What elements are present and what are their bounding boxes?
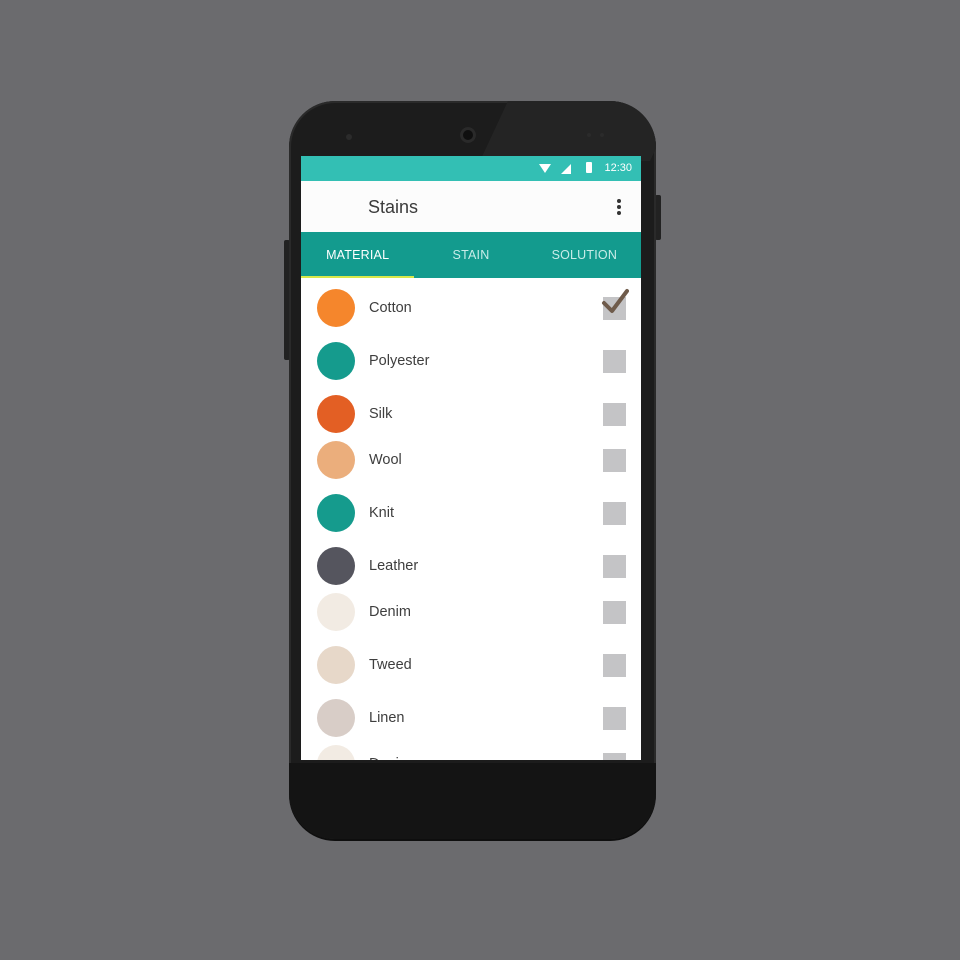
material-color-swatch (317, 289, 355, 327)
material-checkbox[interactable] (603, 350, 626, 373)
material-label: Tweed (369, 657, 412, 673)
status-time: 12:30 (604, 162, 632, 174)
list-item[interactable]: Tweed (301, 646, 641, 686)
material-label: Polyester (369, 353, 430, 369)
list-item[interactable]: Polyester (301, 342, 641, 382)
list-item[interactable]: Cotton (301, 289, 641, 329)
app-screen: 12:30 Stains MATERIAL STAIN SOLUTION Cot… (301, 156, 641, 760)
material-label: Denim (369, 756, 411, 760)
material-color-swatch (317, 494, 355, 532)
tab-stain[interactable]: STAIN (414, 232, 527, 278)
list-item[interactable]: Silk (301, 395, 641, 435)
tab-material[interactable]: MATERIAL (301, 232, 415, 278)
material-color-swatch (317, 395, 355, 433)
sensor-dot (587, 133, 591, 137)
material-label: Leather (369, 558, 419, 574)
list-item[interactable]: Denim (301, 745, 641, 760)
wifi-icon (539, 164, 551, 173)
material-checkbox[interactable] (603, 449, 626, 472)
tab-bar: MATERIAL STAIN SOLUTION (301, 232, 641, 278)
list-item[interactable]: Denim (301, 593, 641, 633)
list-item[interactable]: Knit (301, 494, 641, 534)
material-color-swatch (317, 593, 355, 631)
sensor-dot (600, 133, 604, 137)
app-bar: Stains (301, 181, 641, 232)
material-color-swatch (317, 441, 355, 479)
signal-icon (561, 164, 571, 174)
tab-solution[interactable]: SOLUTION (528, 232, 641, 278)
battery-icon (586, 162, 592, 173)
material-label: Silk (369, 406, 393, 422)
list-item[interactable]: Leather (301, 547, 641, 587)
material-color-swatch (317, 646, 355, 684)
material-label: Wool (369, 452, 402, 468)
material-checkbox[interactable] (603, 601, 626, 624)
material-checkbox[interactable] (603, 707, 626, 730)
material-checkbox[interactable] (603, 753, 626, 760)
list-item[interactable]: Wool (301, 441, 641, 481)
earpiece-speaker (460, 127, 476, 143)
page-title: Stains (368, 197, 419, 217)
checkmark-icon (602, 289, 629, 313)
material-color-swatch (317, 699, 355, 737)
material-color-swatch (317, 547, 355, 585)
list-item[interactable]: Linen (301, 699, 641, 739)
more-options-icon[interactable] (617, 199, 621, 217)
material-checkbox[interactable] (603, 502, 626, 525)
status-bar: 12:30 (301, 156, 641, 181)
material-checkbox[interactable] (603, 555, 626, 578)
material-label: Linen (369, 710, 405, 726)
material-label: Knit (369, 505, 394, 521)
material-label: Denim (369, 604, 411, 620)
material-checkbox[interactable] (603, 654, 626, 677)
material-color-swatch (317, 745, 355, 760)
sensor-dot (346, 134, 352, 140)
material-checkbox[interactable] (603, 403, 626, 426)
material-label: Cotton (369, 300, 412, 316)
material-color-swatch (317, 342, 355, 380)
material-list: Cotton Polyester Silk Wool Knit Leather Denim T… (301, 278, 641, 760)
